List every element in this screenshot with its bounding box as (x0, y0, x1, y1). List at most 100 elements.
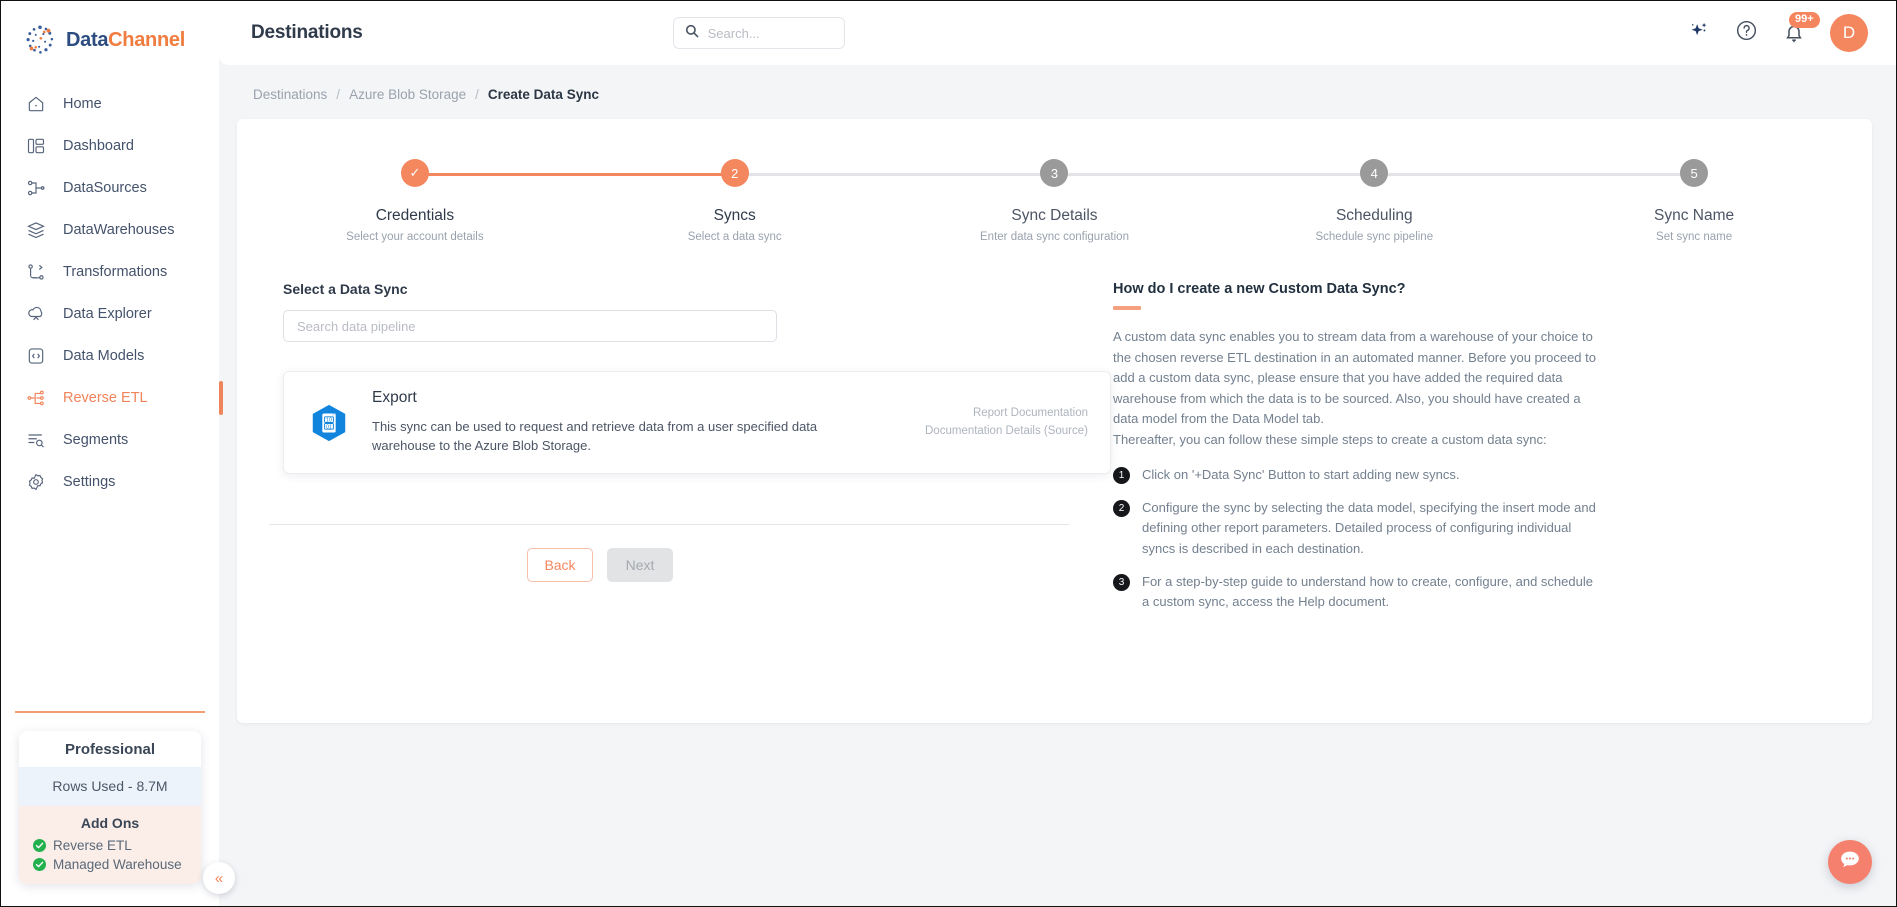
addon-label: Reverse ETL (53, 838, 132, 853)
help-step-number: 1 (1113, 467, 1130, 485)
stepper-dot: 3 (1040, 159, 1069, 187)
stepper-dot-label: 4 (1370, 165, 1378, 181)
sidebar-item-segments[interactable]: Segments (1, 419, 219, 461)
notification-badge: 99+ (1789, 12, 1820, 28)
sync-selection-column: Select a Data Sync Search data pipeline (237, 243, 1111, 612)
stepper-step-syncs[interactable]: 2 Syncs Select a data sync (575, 159, 1055, 243)
avatar-initial: D (1842, 23, 1856, 42)
report-documentation-link[interactable]: Report Documentation (925, 405, 1088, 422)
stepper-dot: 2 (720, 159, 749, 187)
sidebar-item-label: Dashboard (63, 138, 134, 154)
stepper-dot-label: 2 (731, 165, 739, 181)
svg-text:10: 10 (326, 417, 332, 423)
breadcrumb-separator: / (475, 87, 479, 102)
stepper-step-sub: Select your account details (346, 231, 484, 243)
wizard-stepper: ✓ Credentials Select your account detail… (237, 119, 1872, 243)
transformations-icon (25, 261, 47, 283)
help-step-item: 2 Configure the sync by selecting the da… (1113, 498, 1597, 558)
stepper-step-sync-name[interactable]: 5 Sync Name Set sync name (1534, 159, 1854, 243)
brand-name: DataChannel (66, 29, 185, 52)
chat-bubble-icon (1837, 847, 1863, 878)
stepper-dot: 4 (1360, 159, 1389, 187)
search-placeholder: Search... (707, 25, 760, 41)
breadcrumb-separator: / (336, 87, 341, 102)
global-search[interactable]: Search... (672, 17, 845, 49)
sync-card-description: This sync can be used to request and ret… (372, 419, 818, 453)
help-step-text: For a step-by-step guide to understand h… (1142, 573, 1593, 609)
content-panel: ✓ Credentials Select your account detail… (237, 119, 1872, 723)
breadcrumb-item-destinations[interactable]: Destinations (253, 87, 327, 102)
help-step-item: 1 Click on '+Data Sync' Button to start … (1113, 465, 1597, 485)
sidebar-item-datawarehouses[interactable]: DataWarehouses (1, 209, 219, 251)
segments-icon (25, 429, 47, 451)
stepper-step-name: Sync Name (1654, 207, 1735, 224)
check-circle-icon (33, 858, 46, 871)
pipeline-search-input[interactable]: Search data pipeline (283, 310, 777, 342)
breadcrumb-item-azure-blob-storage[interactable]: Azure Blob Storage (349, 87, 466, 102)
sidebar-item-label: Reverse ETL (63, 390, 148, 406)
sidebar-item-label: Settings (63, 474, 116, 490)
sidebar-item-label: DataSources (63, 180, 147, 196)
sidebar-collapse-button[interactable]: « (203, 862, 235, 894)
sparkle-ai-icon[interactable] (1687, 19, 1711, 48)
avatar[interactable]: D (1830, 14, 1868, 52)
chevron-double-left-icon: « (214, 869, 224, 887)
main-area: Destinations Search... 99+ D Destination… (219, 1, 1896, 906)
sync-card-links: Report Documentation Documentation Detai… (925, 405, 1088, 440)
sidebar-item-dashboard[interactable]: Dashboard (1, 125, 219, 167)
sidebar-item-datasources[interactable]: DataSources (1, 167, 219, 209)
stepper-step-sub: Select a data sync (687, 231, 782, 243)
help-step-item: 3 For a step-by-step guide to understand… (1113, 572, 1597, 612)
help-paragraph-2: Thereafter, you can follow these simple … (1113, 431, 1547, 447)
datachannel-logo-icon (23, 23, 57, 57)
help-accent-rule (1113, 306, 1141, 310)
addon-label: Managed Warehouse (53, 857, 182, 872)
sidebar-item-data-models[interactable]: Data Models (1, 335, 219, 377)
help-step-number: 2 (1113, 500, 1130, 518)
stepper-step-sub: Set sync name (1656, 231, 1733, 243)
notifications-button[interactable]: 99+ (1782, 12, 1820, 45)
back-button[interactable]: Back (527, 548, 593, 582)
breadcrumb: Destinations / Azure Blob Storage / Crea… (219, 65, 1896, 102)
brand-name-part2: Channel (108, 28, 185, 51)
stepper-connector (1054, 173, 1375, 176)
help-paragraph: A custom data sync enables you to stream… (1113, 329, 1596, 427)
wizard-buttons: Back Next (123, 548, 1077, 582)
brand-name-part1: Data (66, 28, 109, 51)
stepper-dot: ✓ (400, 159, 429, 187)
help-title: How do I create a new Custom Data Sync? (1113, 281, 1406, 297)
home-icon (25, 93, 47, 115)
stepper-connector (1374, 173, 1695, 176)
sidebar-item-label: Home (63, 96, 102, 112)
addon-item: Reverse ETL (19, 836, 201, 855)
stepper-dot-label: 3 (1050, 165, 1059, 181)
stepper-dot-label: 5 (1690, 165, 1698, 181)
sidebar-item-data-explorer[interactable]: Data Explorer (1, 293, 219, 335)
page-title: Destinations (251, 22, 363, 43)
sidebar-item-settings[interactable]: Settings (1, 461, 219, 503)
chat-support-button[interactable] (1828, 840, 1872, 884)
active-indicator (219, 381, 223, 415)
header-actions: 99+ D (1687, 12, 1868, 52)
stepper-step-credentials[interactable]: ✓ Credentials Select your account detail… (255, 159, 735, 243)
sync-option-card-export[interactable]: 10 01 Export This sync can be used to re… (283, 371, 1111, 474)
brand-logo[interactable]: DataChannel (1, 1, 219, 71)
sidebar-item-reverse-etl[interactable]: Reverse ETL (1, 377, 223, 419)
svg-text:01: 01 (326, 424, 332, 430)
help-step-number: 3 (1113, 573, 1130, 591)
pipeline-search-placeholder: Search data pipeline (297, 318, 416, 334)
azure-export-binary-icon: 10 01 (308, 402, 350, 444)
stepper-step-name: Scheduling (1335, 207, 1413, 224)
top-header: Destinations Search... 99+ D (219, 1, 1896, 65)
stepper-step-sub: Enter data sync configuration (980, 231, 1129, 243)
plan-title: Professional (19, 731, 201, 767)
stepper-step-sync-details[interactable]: 3 Sync Details Enter data sync configura… (895, 159, 1375, 243)
documentation-details-link[interactable]: Documentation Details (Source) (925, 423, 1088, 440)
sidebar-item-home[interactable]: Home (1, 83, 219, 125)
datawarehouses-icon (25, 219, 47, 241)
stepper-step-scheduling[interactable]: 4 Scheduling Schedule sync pipeline (1214, 159, 1695, 243)
sync-card-title: Export (372, 389, 417, 407)
help-circle-icon[interactable] (1735, 19, 1758, 47)
sidebar-nav: Home Dashboard DataSources DataWarehouse… (1, 83, 223, 503)
sidebar-item-transformations[interactable]: Transformations (1, 251, 219, 293)
